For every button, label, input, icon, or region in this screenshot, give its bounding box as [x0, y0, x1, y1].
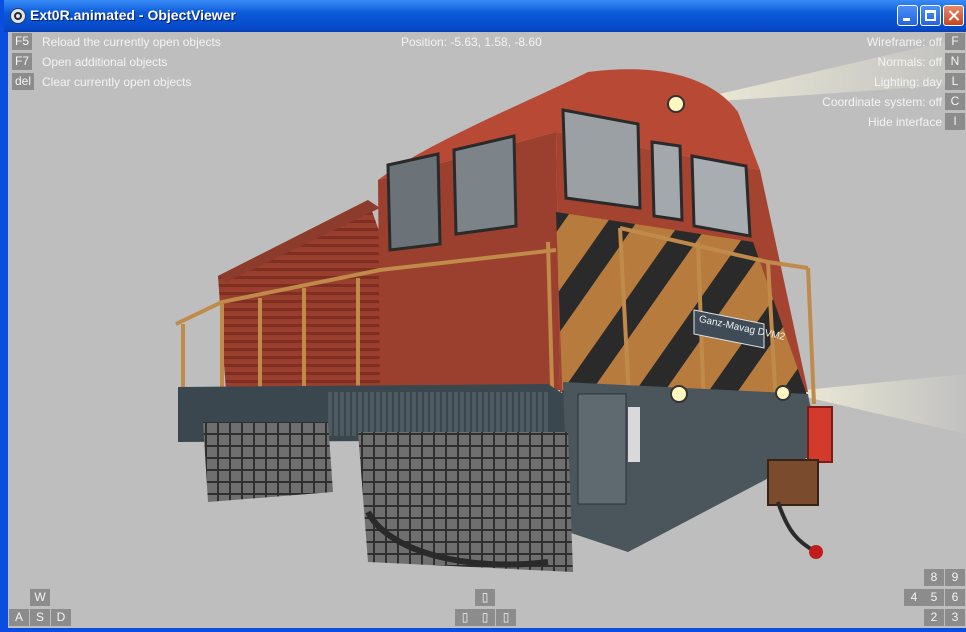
numpad-3-key[interactable]: 3: [945, 609, 965, 626]
wireframe-key[interactable]: F: [945, 33, 965, 50]
move-left-key[interactable]: A: [9, 609, 29, 626]
lighting-key[interactable]: L: [945, 73, 965, 90]
arrow-up-key[interactable]: ▯: [475, 589, 495, 606]
app-window: Ext0R.animated - ObjectViewer Ganz-Mavag…: [0, 0, 966, 632]
brake-hose: [776, 501, 817, 554]
camera-position: Position: -5.63, 1.58, -8.60: [401, 35, 542, 49]
reload-key[interactable]: F5: [12, 33, 32, 50]
normals-key[interactable]: N: [945, 53, 965, 70]
cab-side-window-1: [386, 152, 442, 252]
top-headlight: [667, 95, 685, 113]
minimize-button[interactable]: [897, 5, 918, 26]
front-door: [577, 393, 627, 505]
numpad-4-key[interactable]: 4: [904, 589, 924, 606]
arrow-left-key[interactable]: ▯: [455, 609, 475, 626]
cab-side-window-2: [452, 134, 518, 236]
locomotive-render: Ganz-Mavag DVM2: [175, 37, 966, 572]
close-button[interactable]: [943, 5, 964, 26]
app-icon[interactable]: [10, 8, 26, 24]
numpad-5-key[interactable]: 5: [924, 589, 944, 606]
arrow-down-key[interactable]: ▯: [475, 609, 495, 626]
hide-interface-label: Hide interface: [867, 115, 942, 129]
coordinate-system-key[interactable]: C: [945, 93, 965, 110]
coordinate-system-status: Coordinate system: off: [822, 95, 942, 109]
move-right-key[interactable]: D: [51, 609, 71, 626]
maximize-button[interactable]: [920, 5, 941, 26]
front-bogie: [358, 432, 573, 572]
numpad-8-key[interactable]: 8: [924, 569, 944, 586]
title-bar[interactable]: Ext0R.animated - ObjectViewer: [4, 0, 966, 32]
left-headlight: [670, 385, 688, 403]
cab-front-window-2: [650, 140, 684, 222]
numpad-9-key[interactable]: 9: [945, 569, 965, 586]
cab-front-window-3: [690, 154, 752, 238]
rear-bogie: [203, 422, 333, 502]
numpad-6-key[interactable]: 6: [945, 589, 965, 606]
grille: [328, 392, 548, 436]
cab-front-window-1: [561, 108, 642, 210]
move-forward-key[interactable]: W: [30, 589, 50, 606]
hide-interface-key[interactable]: I: [945, 113, 965, 130]
clear-label: Clear currently open objects: [42, 75, 192, 89]
coupler: [767, 459, 819, 506]
open-additional-key[interactable]: F7: [12, 53, 32, 70]
arrow-right-key[interactable]: ▯: [496, 609, 516, 626]
lighting-status: Lighting: day: [873, 75, 942, 89]
move-back-key[interactable]: S: [30, 609, 50, 626]
window-title: Ext0R.animated - ObjectViewer: [30, 7, 236, 23]
normals-status: Normals: off: [877, 55, 942, 69]
right-headlight: [775, 385, 791, 401]
buffer: [628, 407, 640, 462]
tail-lamp: [807, 406, 833, 463]
numpad-2-key[interactable]: 2: [924, 609, 944, 626]
3d-viewport[interactable]: Ganz-Mavag DVM2 F5 Reload the currently …: [8, 32, 966, 628]
wireframe-status: Wireframe: off: [866, 35, 942, 49]
clear-key[interactable]: del: [12, 73, 34, 90]
reload-label: Reload the currently open objects: [42, 35, 221, 49]
open-additional-label: Open additional objects: [42, 55, 168, 69]
